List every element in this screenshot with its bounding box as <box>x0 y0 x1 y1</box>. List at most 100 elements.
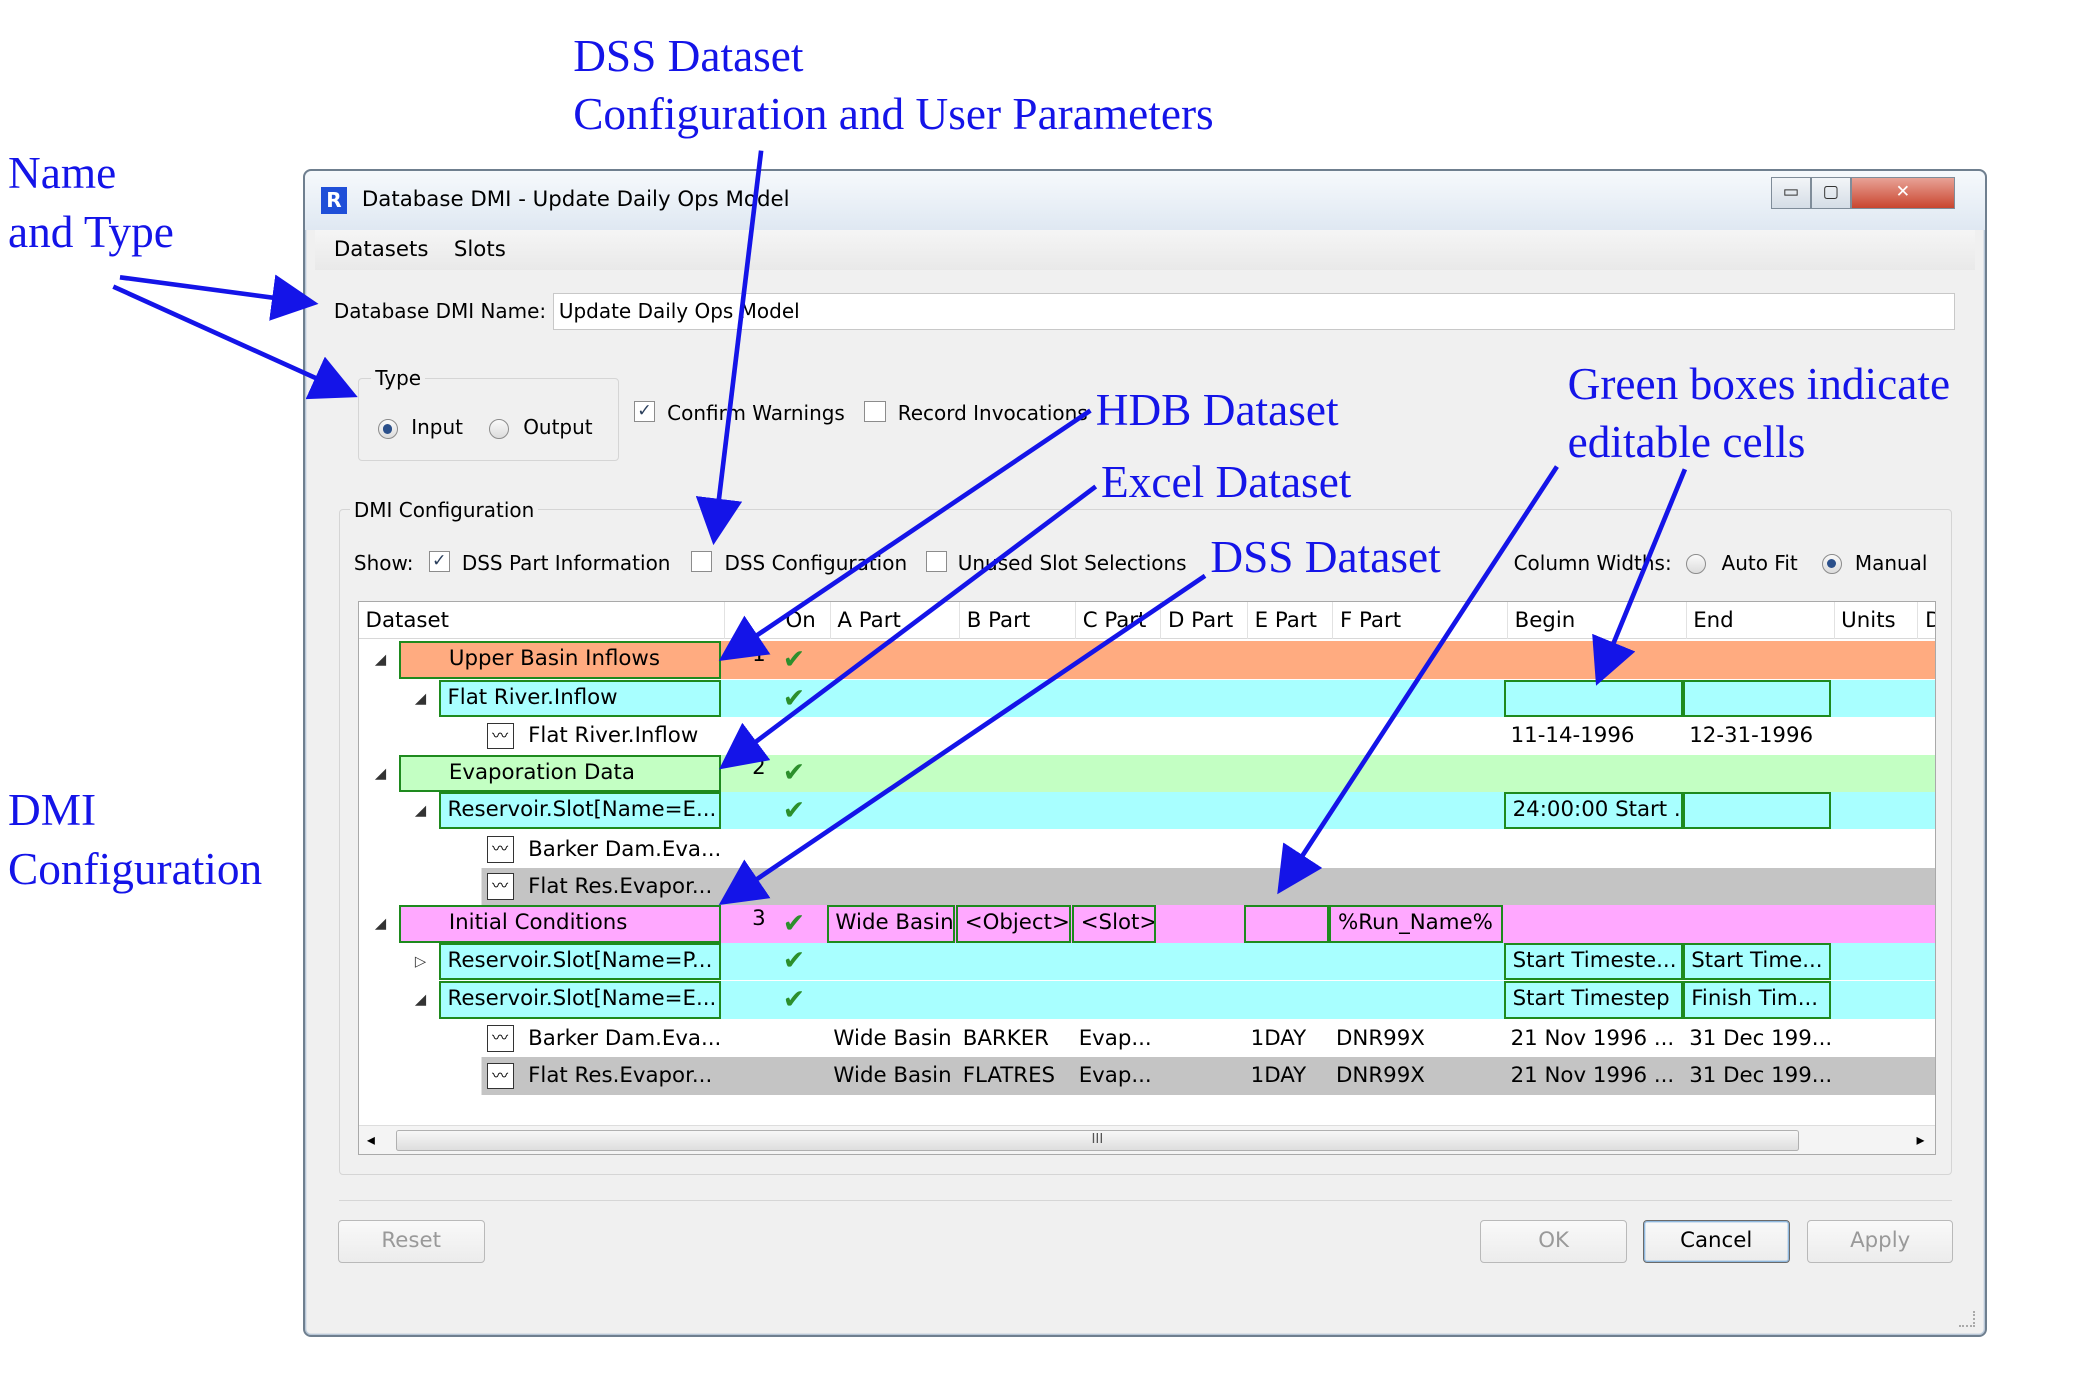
column-header[interactable]: On <box>725 601 831 639</box>
resize-grip-icon[interactable] <box>1958 1311 1975 1327</box>
part-cell-begin[interactable]: Start Timestep <box>1503 981 1683 1019</box>
column-header[interactable]: End <box>1687 601 1835 639</box>
part-cell-a[interactable]: Wide Basin <box>826 905 955 943</box>
dataset-name-cell[interactable]: Flat Res.Evapor... <box>522 1057 726 1094</box>
table-row[interactable]: 〰 Flat Res.Evapor... <box>358 868 1936 906</box>
enabled-check-icon[interactable]: ✔ <box>783 795 805 826</box>
ok-button[interactable]: OK <box>1480 1220 1627 1263</box>
horizontal-scrollbar[interactable]: ◂ III ▸ <box>358 1124 1936 1155</box>
column-header[interactable]: D Part <box>1161 601 1248 639</box>
column-header[interactable]: Dataset <box>359 601 726 639</box>
reset-button[interactable]: Reset <box>337 1220 485 1263</box>
column-header[interactable]: E Part <box>1248 601 1334 639</box>
enabled-check-icon[interactable]: ✔ <box>783 908 805 939</box>
dss-configuration-checkbox[interactable] <box>691 551 713 573</box>
maximize-button[interactable]: ▢ <box>1810 176 1851 209</box>
part-cell-begin: 21 Nov 1996 ... <box>1510 1063 1675 1089</box>
type-input-radio[interactable] <box>377 419 398 440</box>
window-title: Database DMI - Update Daily Ops Model <box>361 187 790 213</box>
close-button[interactable]: ✕ <box>1850 176 1955 209</box>
confirm-warnings-checkbox[interactable]: ✓ <box>633 400 656 422</box>
part-cell-begin[interactable]: Start Timeste... <box>1503 942 1683 981</box>
manual-radio[interactable] <box>1821 553 1842 574</box>
table-row[interactable]: ▷ Reservoir.Slot[Name=P... ✔ Start Timeste.… <box>358 942 1936 981</box>
enabled-check-icon[interactable]: ✔ <box>783 945 805 976</box>
menu-datasets[interactable]: Datasets <box>334 237 429 262</box>
expand-open-icon[interactable]: ◢ <box>375 641 386 678</box>
minimize-button[interactable]: ▭ <box>1770 176 1811 209</box>
table-row[interactable]: ◢ Reservoir.Slot[Name=E... ✔ 24:00:00 Start… <box>358 792 1936 830</box>
column-header[interactable]: C Part <box>1076 601 1162 639</box>
dataset-name-cell[interactable]: Upper Basin Inflows <box>398 641 722 679</box>
enabled-check-icon[interactable]: ✔ <box>783 644 805 675</box>
record-invocations-checkbox[interactable] <box>864 400 886 422</box>
table-row[interactable]: ◢ Flat River.Inflow ✔ <box>358 680 1936 718</box>
part-cell-begin[interactable]: 24:00:00 Start ... <box>1503 792 1683 830</box>
annotation-line: editable cells <box>1567 417 1806 468</box>
database-dmi-window: R Database DMI - Update Daily Ops Model … <box>302 169 1988 1337</box>
column-header[interactable]: Begin <box>1508 601 1687 639</box>
dataset-name-cell[interactable]: Evaporation Data <box>398 754 722 793</box>
enabled-check-icon[interactable]: ✔ <box>783 757 805 788</box>
expand-open-icon[interactable]: ◢ <box>415 981 426 1018</box>
annotation-dss-top: DSS Dataset Configuration and User Param… <box>573 27 1213 144</box>
part-cell-e: 1DAY <box>1250 1063 1307 1089</box>
cancel-button[interactable]: Cancel <box>1642 1220 1790 1263</box>
scroll-right-arrow-icon[interactable]: ▸ <box>1916 1130 1924 1149</box>
part-cell-end[interactable] <box>1682 680 1831 718</box>
column-header[interactable]: D <box>1919 602 1935 639</box>
part-cell-end[interactable]: Start Time... <box>1682 942 1831 981</box>
dataset-name-cell[interactable]: Flat Res.Evapor... <box>522 868 726 905</box>
scroll-left-arrow-icon[interactable]: ◂ <box>367 1130 375 1149</box>
table-row[interactable]: ◢ Evaporation Data 2 ✔ <box>358 754 1936 793</box>
part-cell-a: Wide Basin <box>833 1063 952 1089</box>
part-cell-end: 12-31-1996 <box>1689 723 1814 749</box>
column-header[interactable]: Units <box>1835 601 1919 639</box>
part-cell-end[interactable]: Finish Tim... <box>1682 981 1831 1019</box>
column-header[interactable]: F Part <box>1333 601 1508 639</box>
dataset-name-cell[interactable]: Barker Dam.Eva... <box>522 1020 726 1057</box>
scroll-thumb[interactable]: III <box>396 1129 1799 1151</box>
enabled-check-icon[interactable]: ✔ <box>783 984 805 1015</box>
unused-slot-selections-checkbox[interactable] <box>925 551 948 573</box>
table-row[interactable]: ◢ Upper Basin Inflows 1 ✔ <box>358 641 1936 679</box>
dataset-name-cell[interactable]: Reservoir.Slot[Name=E... <box>438 792 722 830</box>
dataset-name-cell[interactable]: Reservoir.Slot[Name=E... <box>438 981 722 1019</box>
menu-slots[interactable]: Slots <box>454 237 506 262</box>
auto-fit-radio[interactable] <box>1685 553 1706 574</box>
dataset-name-cell[interactable]: Flat River.Inflow <box>438 680 722 718</box>
dataset-name-cell[interactable]: Barker Dam.Eva... <box>522 831 726 868</box>
table-row[interactable]: 〰 Barker Dam.Eva... Wide Basin BARKER Evap..… <box>358 1020 1936 1058</box>
dataset-name-cell[interactable]: Initial Conditions <box>398 905 722 943</box>
dataset-name-cell[interactable]: Reservoir.Slot[Name=P... <box>438 942 722 981</box>
annotation-name-type: Name and Type <box>8 144 174 261</box>
type-output-radio[interactable] <box>488 419 509 440</box>
part-cell-f[interactable]: %Run_Name% <box>1329 905 1503 943</box>
dataset-name-cell[interactable]: Flat River.Inflow <box>522 717 726 754</box>
expand-open-icon[interactable]: ◢ <box>415 792 426 829</box>
table-row[interactable]: 〰 Flat River.Inflow 11-14-1996 12-31-1996 <box>358 717 1936 755</box>
table-row[interactable]: ◢ Reservoir.Slot[Name=E... ✔ Start Timestep… <box>358 981 1936 1019</box>
part-cell-e[interactable] <box>1244 905 1330 943</box>
expand-open-icon[interactable]: ◢ <box>375 755 386 792</box>
dataset-number: 1 <box>752 642 766 668</box>
part-cell-begin[interactable] <box>1503 680 1683 718</box>
table-row[interactable]: 〰 Flat Res.Evapor... Wide Basin FLATRES Evap… <box>358 1057 1936 1095</box>
expand-open-icon[interactable]: ◢ <box>375 905 386 942</box>
part-cell-end[interactable] <box>1682 792 1831 830</box>
apply-button[interactable]: Apply <box>1806 1220 1954 1263</box>
table-row[interactable]: ◢ Initial Conditions 3 ✔ Wide Basin <Object> <… <box>358 905 1936 943</box>
part-cell-b[interactable]: <Object> <box>956 905 1071 943</box>
column-header[interactable]: B Part <box>960 601 1077 639</box>
column-header[interactable]: A Part <box>831 601 961 639</box>
annotation-line: DMI <box>7 785 97 836</box>
dss-part-info-checkbox[interactable]: ✓ <box>428 551 450 573</box>
enabled-check-icon[interactable]: ✔ <box>783 683 805 714</box>
table-row[interactable]: 〰 Barker Dam.Eva... <box>358 830 1936 869</box>
dmi-name-input[interactable]: Update Daily Ops Model <box>552 292 1955 330</box>
expand-open-icon[interactable]: ◢ <box>415 680 426 717</box>
expand-closed-icon[interactable]: ▷ <box>415 943 426 980</box>
dmi-configuration-label: DMI Configuration <box>349 497 539 522</box>
column-widths-label: Column Widths: <box>1513 551 1672 576</box>
part-cell-c[interactable]: <Slot> <box>1072 905 1156 943</box>
